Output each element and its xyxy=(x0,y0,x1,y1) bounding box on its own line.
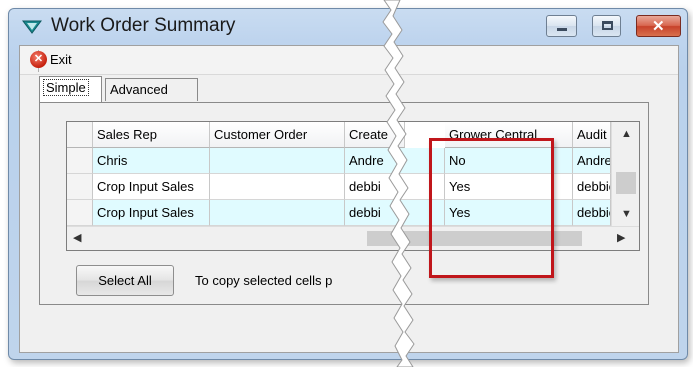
tab-simple[interactable]: Simple xyxy=(39,76,102,103)
minimize-icon xyxy=(557,28,567,31)
copy-instructions-text: To copy selected cells p xyxy=(195,273,333,288)
tab-simple-label: Simple xyxy=(43,79,89,96)
vertical-scroll-thumb[interactable] xyxy=(616,172,636,194)
grower-central-highlight-box xyxy=(429,138,554,278)
row-header[interactable] xyxy=(67,174,93,200)
table-cell-audit[interactable]: debbie xyxy=(573,200,611,226)
column-header-customer-order[interactable]: Customer Order xyxy=(210,122,345,148)
tab-advanced[interactable]: Advanced xyxy=(105,78,198,101)
table-cell-customer-order[interactable] xyxy=(210,200,345,226)
select-all-button[interactable]: Select All xyxy=(76,265,174,296)
app-chevron-icon xyxy=(22,19,42,38)
column-header-sales-rep[interactable]: Sales Rep xyxy=(93,122,210,148)
table-cell-customer-order[interactable] xyxy=(210,174,345,200)
exit-button[interactable]: ✕ Exit xyxy=(30,50,72,72)
simple-tab-panel: Sales Rep Customer Order Create Grower C… xyxy=(39,102,649,305)
exit-icon: ✕ xyxy=(30,51,47,68)
window-title: Work Order Summary xyxy=(51,15,236,36)
exit-label: Exit xyxy=(50,52,72,67)
table-cell-audit[interactable]: Andrev xyxy=(573,148,611,174)
work-order-summary-window: Work Order Summary ✕ ✕ Exit Simple Advan… xyxy=(8,8,688,360)
grid-corner-header[interactable] xyxy=(67,122,93,148)
row-header[interactable] xyxy=(67,200,93,226)
column-header-audit[interactable]: Audit C xyxy=(573,122,611,148)
column-header-created[interactable]: Create xyxy=(345,122,405,148)
scroll-down-icon[interactable]: ▼ xyxy=(621,208,632,220)
close-icon: ✕ xyxy=(652,18,665,35)
table-cell-sales-rep[interactable]: Crop Input Sales xyxy=(93,174,210,200)
minimize-button[interactable] xyxy=(546,15,577,37)
title-bar: Work Order Summary ✕ xyxy=(9,9,687,43)
toolbar: ✕ Exit xyxy=(20,46,678,75)
maximize-button[interactable] xyxy=(592,15,621,37)
table-cell-customer-order[interactable] xyxy=(210,148,345,174)
vertical-scrollbar[interactable]: ▲ ▼ xyxy=(611,122,639,226)
scroll-left-icon[interactable]: ◀ xyxy=(73,231,81,244)
tab-advanced-label: Advanced xyxy=(110,82,168,97)
scroll-up-icon[interactable]: ▲ xyxy=(621,128,632,140)
scroll-right-icon[interactable]: ▶ xyxy=(617,231,625,244)
close-button[interactable]: ✕ xyxy=(636,15,681,37)
table-cell-sales-rep[interactable]: Chris xyxy=(93,148,210,174)
table-cell-audit[interactable]: debbie xyxy=(573,174,611,200)
row-header[interactable] xyxy=(67,148,93,174)
maximize-icon xyxy=(602,21,613,30)
table-cell-sales-rep[interactable]: Crop Input Sales xyxy=(93,200,210,226)
